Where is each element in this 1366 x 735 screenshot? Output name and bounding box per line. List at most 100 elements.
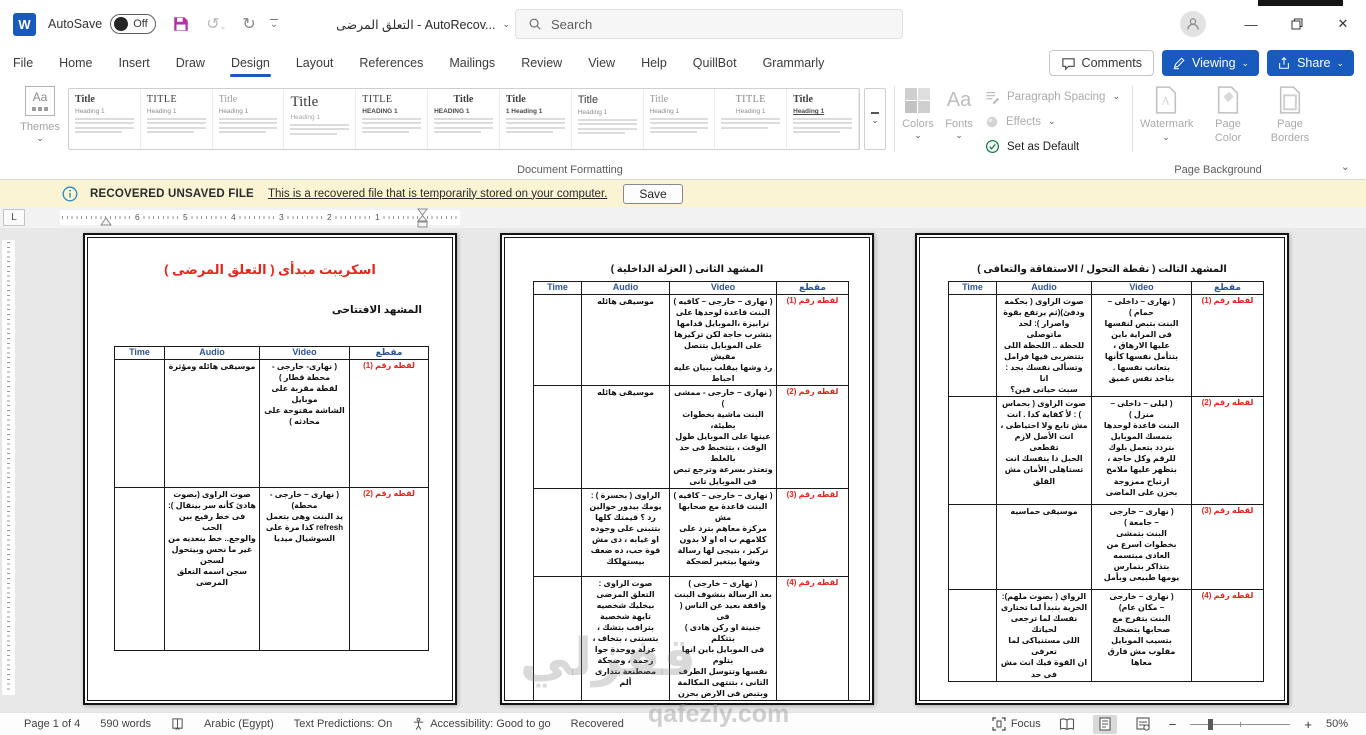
tab-selector[interactable]: L xyxy=(3,209,25,226)
style-set-option[interactable]: Title Heading 1 xyxy=(571,89,644,149)
style-set-option[interactable]: TITLE Heading 1 xyxy=(140,89,213,149)
table-row: موسيقى هائله ( نهارى – خارجى – كافيه ) ا… xyxy=(533,293,849,387)
horizontal-ruler[interactable]: 6 5 4 3 2 1 xyxy=(60,208,460,228)
page-3-border: المشهد التالت ( نقطة التحول / الاستفاقة … xyxy=(919,237,1285,701)
web-layout-icon xyxy=(1136,717,1150,731)
effects-sphere-icon xyxy=(986,116,998,127)
tab-help[interactable]: Help xyxy=(628,48,680,78)
save-recovered-button[interactable]: Save xyxy=(623,183,683,204)
read-mode-icon xyxy=(1059,717,1074,730)
page-borders-button[interactable]: Page Borders xyxy=(1264,86,1316,146)
tab-file[interactable]: File xyxy=(0,48,46,78)
site-watermark-arabic: قفزلي xyxy=(520,629,696,687)
style-set-option[interactable]: Title 1 Heading 1 xyxy=(499,89,572,149)
scene-table-3[interactable]: Time Audio Video مقطع صوت الراوى ( بحكمه… xyxy=(948,281,1264,682)
indent-marker-icon[interactable] xyxy=(416,208,429,228)
effects-button[interactable]: Effects ⌄ xyxy=(985,111,1120,132)
tab-draw[interactable]: Draw xyxy=(163,48,218,78)
tab-home[interactable]: Home xyxy=(46,48,105,78)
vertical-ruler[interactable] xyxy=(2,240,15,695)
style-set-option[interactable]: Title Heading 1 xyxy=(787,89,859,149)
minimize-button[interactable]: — xyxy=(1228,0,1274,48)
text-predictions[interactable]: Text Predictions: On xyxy=(294,718,392,730)
focus-button[interactable]: Focus xyxy=(992,717,1041,731)
scene-title[interactable]: المشهد التالت ( نقطة التحول / الاستفاقة … xyxy=(920,264,1284,275)
account-avatar[interactable] xyxy=(1180,11,1206,37)
web-layout-button[interactable] xyxy=(1131,715,1155,734)
recovered-file-link[interactable]: This is a recovered file that is tempora… xyxy=(268,188,607,200)
zoom-slider[interactable] xyxy=(1190,718,1291,730)
scene-table-1[interactable]: Time Audio Video مقطع موسيقى هائله ومؤثر… xyxy=(114,346,429,651)
share-button[interactable]: Share ⌄ xyxy=(1267,50,1354,76)
focus-icon xyxy=(992,717,1006,731)
group-document-formatting: Document Formatting xyxy=(517,164,623,176)
info-icon xyxy=(62,186,78,201)
quick-access-more-button[interactable]: ⌄ xyxy=(269,19,279,30)
maximize-button[interactable] xyxy=(1274,0,1320,48)
chevron-down-icon: ⌄ xyxy=(1336,57,1344,68)
zoom-in-button[interactable]: + xyxy=(1304,717,1312,732)
document-title[interactable]: التعلق المرضى - AutoRecov... ⌄ xyxy=(336,17,510,32)
search-input[interactable]: Search xyxy=(515,9,903,39)
tab-mailings[interactable]: Mailings xyxy=(436,48,508,78)
recovered-indicator[interactable]: Recovered xyxy=(571,718,624,730)
style-set-option[interactable]: TITLE HEADING 1 xyxy=(356,89,429,149)
scene-title[interactable]: المشهد الثانى ( العزلة الداخلية ) xyxy=(505,264,869,275)
tab-layout[interactable]: Layout xyxy=(283,48,347,78)
paragraph-spacing-button[interactable]: Paragraph Spacing ⌄ xyxy=(985,86,1120,107)
group-page-background: Page Background xyxy=(1174,164,1262,176)
proofing-status[interactable] xyxy=(171,717,184,731)
word-logo-icon[interactable]: W xyxy=(13,12,36,36)
page-indicator[interactable]: Page 1 of 4 xyxy=(24,718,80,730)
style-set-option[interactable]: Title HEADING 1 xyxy=(428,89,500,149)
chevron-down-icon: ⌄ xyxy=(36,133,44,143)
tab-grammarly[interactable]: Grammarly xyxy=(750,48,838,78)
watermark-button[interactable]: A Watermark ⌄ xyxy=(1140,86,1193,146)
accessibility-status[interactable]: Accessibility: Good to go xyxy=(412,717,551,731)
undo-button[interactable]: ↺⌄ xyxy=(206,14,226,34)
table-row: الراوى ( بحسرة ) : يومك بيدور حوالين رد … xyxy=(533,487,849,577)
tab-references[interactable]: References xyxy=(346,48,436,78)
word-count[interactable]: 590 words xyxy=(100,718,151,730)
set-as-default-button[interactable]: Set as Default xyxy=(985,136,1120,157)
viewing-pen-icon xyxy=(1173,57,1185,70)
tab-insert[interactable]: Insert xyxy=(106,48,163,78)
script-title[interactable]: اسكريبت مبدأى ( التعلق المرضى ) xyxy=(88,262,452,278)
close-button[interactable]: ✕ xyxy=(1320,0,1366,48)
gallery-more-button[interactable]: ⌄ xyxy=(864,88,886,150)
themes-button[interactable]: Aa Themes ⌄ xyxy=(12,86,68,144)
accessibility-person-icon xyxy=(414,717,424,730)
chevron-down-icon: ⌄ xyxy=(1241,57,1250,68)
fonts-button[interactable]: Aa Fonts ⌄ xyxy=(941,86,977,141)
redo-button[interactable]: ↻ xyxy=(242,14,255,34)
zoom-level[interactable]: 50% xyxy=(1326,718,1348,730)
style-set-option[interactable]: TITLE Heading 1 xyxy=(715,89,788,149)
tab-quillbot[interactable]: QuillBot xyxy=(680,48,750,78)
style-set-option[interactable]: Title Heading 1 xyxy=(69,89,141,149)
save-button[interactable] xyxy=(172,15,190,33)
tab-design[interactable]: Design xyxy=(218,48,283,78)
zoom-out-button[interactable]: − xyxy=(1169,717,1177,732)
zoom-slider-thumb[interactable] xyxy=(1208,718,1214,730)
comments-button[interactable]: Comments xyxy=(1048,50,1154,76)
page-3[interactable]: المشهد التالت ( نقطة التحول / الاستفاقة … xyxy=(915,233,1289,705)
colors-button[interactable]: Colors ⌄ xyxy=(898,86,938,141)
proofing-book-icon xyxy=(172,718,183,730)
page-color-button[interactable]: Page Color xyxy=(1202,86,1254,146)
style-set-option[interactable]: Title Heading 1 xyxy=(284,89,357,149)
tab-view[interactable]: View xyxy=(575,48,628,78)
divider xyxy=(894,86,895,152)
read-mode-button[interactable] xyxy=(1055,715,1079,734)
style-set-option[interactable]: Title Heading 1 xyxy=(643,89,716,149)
language-indicator[interactable]: Arabic (Egypt) xyxy=(204,718,274,730)
tab-review[interactable]: Review xyxy=(508,48,575,78)
autosave-toggle[interactable]: Off xyxy=(110,14,157,34)
style-set-option[interactable]: Title Heading 1 xyxy=(212,89,285,149)
print-layout-button[interactable] xyxy=(1092,714,1117,734)
autosave-state: Off xyxy=(133,18,148,30)
scene-subtitle[interactable]: المشهد الافتتاحى xyxy=(88,304,452,316)
page-1[interactable]: اسكريبت مبدأى ( التعلق المرضى ) المشهد ا… xyxy=(83,233,457,705)
collapse-ribbon-button[interactable]: ⌄ xyxy=(1341,160,1350,173)
indent-marker-icon[interactable] xyxy=(100,217,112,226)
viewing-button[interactable]: Viewing ⌄ xyxy=(1161,50,1260,76)
